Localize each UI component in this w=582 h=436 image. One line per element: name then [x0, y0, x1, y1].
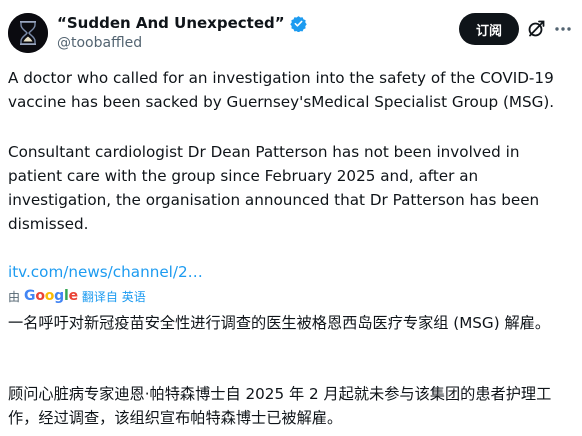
- article-link[interactable]: itv.com/news/channel/2…: [8, 260, 203, 284]
- display-name[interactable]: “Sudden And Unexpected”: [57, 14, 285, 32]
- more-icon: [555, 27, 571, 31]
- hourglass-avatar-icon: [8, 13, 48, 53]
- translation-attribution: 由 Google 翻译自 英语: [8, 287, 146, 305]
- post-paragraph-2: Consultant cardiologist Dr Dean Patterso…: [8, 143, 540, 233]
- google-logo: Google: [24, 288, 78, 304]
- subscribe-button[interactable]: 订阅: [459, 13, 519, 45]
- translated-paragraph-1: 一名呼吁对新冠疫苗安全性进行调查的医生被格恩西岛医疗专家组 (MSG) 解雇。: [8, 314, 551, 332]
- author-handle[interactable]: @toobaffled: [57, 35, 142, 51]
- grok-button[interactable]: [525, 18, 547, 40]
- author-line: “Sudden And Unexpected”: [57, 14, 307, 32]
- translation-by-label: 由: [8, 289, 21, 304]
- post: “Sudden And Unexpected” @toobaffled 订阅 A…: [0, 0, 582, 436]
- verified-badge-icon: [289, 15, 307, 32]
- translated-paragraph-2: 顾问心脏病专家迪恩·帕特森博士自 2025 年 2 月起就未参与该集团的患者护理…: [8, 385, 552, 427]
- translate-toggle[interactable]: 翻译自 英语: [82, 288, 146, 305]
- avatar[interactable]: [8, 13, 48, 53]
- more-options-button[interactable]: [552, 18, 574, 40]
- grok-icon: [528, 20, 545, 37]
- post-paragraph-1: A doctor who called for an investigation…: [8, 69, 555, 111]
